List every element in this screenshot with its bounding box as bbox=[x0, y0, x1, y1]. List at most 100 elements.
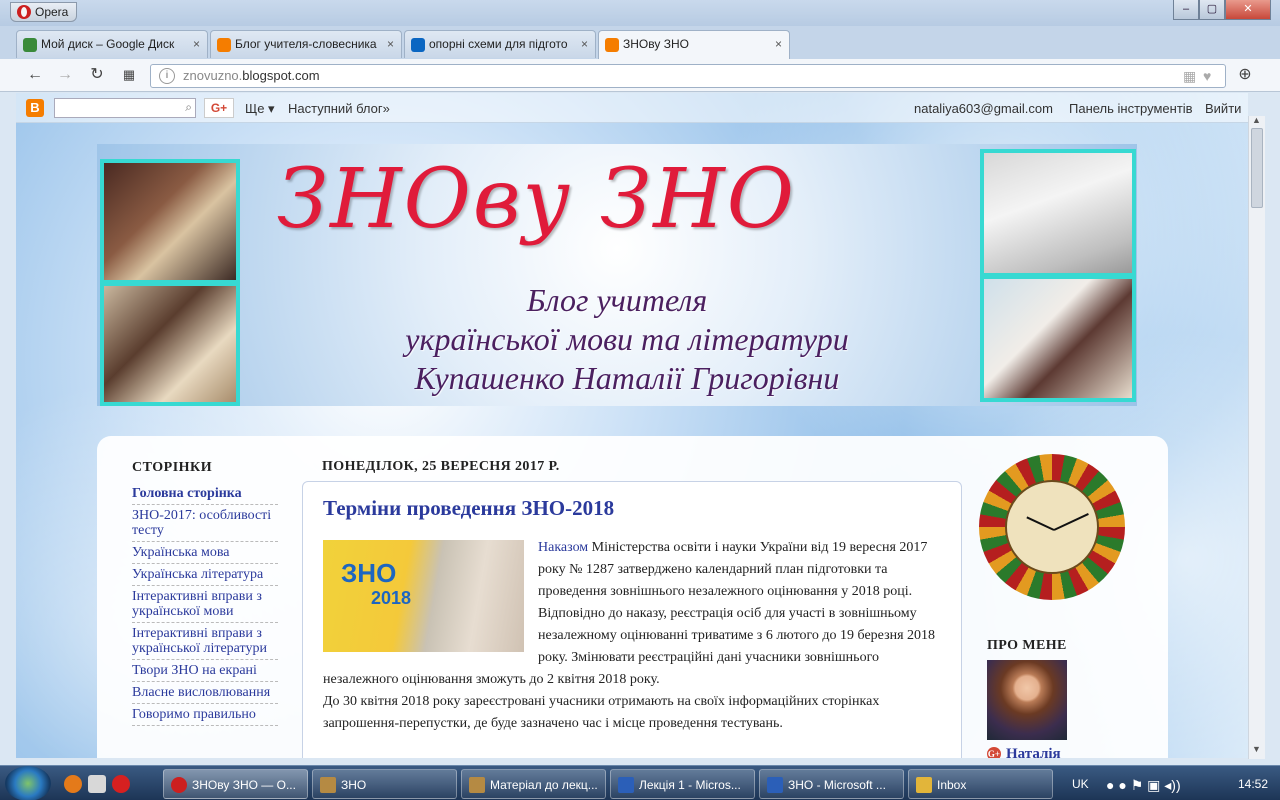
blogger-icon bbox=[605, 38, 619, 52]
minimize-button[interactable]: – bbox=[1173, 0, 1199, 20]
blogger-navbar: B ⌕ G+ Ще ▾ Наступний блог» nataliya603@… bbox=[16, 93, 1248, 123]
scroll-down-icon[interactable]: ▼ bbox=[1252, 744, 1261, 754]
tab-label: опорні схеми для підгото bbox=[429, 37, 568, 51]
google-plus-icon: G+ bbox=[987, 747, 1001, 758]
close-tab-icon[interactable]: × bbox=[581, 37, 588, 51]
post-image-zno-text: ЗНО bbox=[341, 558, 397, 588]
dashboard-link[interactable]: Панель інструментів bbox=[1069, 101, 1193, 116]
page-link-ukr-literature[interactable]: Українська література bbox=[132, 564, 278, 586]
post-image-zno-2018[interactable]: ЗНО 2018 bbox=[323, 540, 524, 652]
page-link-own-statement[interactable]: Власне висловлювання bbox=[132, 682, 278, 704]
taskbar-task-word-lecture[interactable]: Лекція 1 - Micros... bbox=[610, 769, 755, 799]
clock-time[interactable]: 14:52 bbox=[1238, 777, 1268, 791]
chrome-icon[interactable] bbox=[112, 775, 130, 793]
word-icon bbox=[618, 777, 634, 793]
profile-name[interactable]: G+ Наталія bbox=[987, 746, 1137, 758]
taskbar-task-word-zno[interactable]: ЗНО - Microsoft ... bbox=[759, 769, 904, 799]
tab-znovu-zno[interactable]: ЗНОву ЗНО × bbox=[598, 30, 790, 59]
page-link-zno-2017[interactable]: ЗНО-2017: особливості тесту bbox=[132, 505, 278, 542]
page-link-home[interactable]: Головна сторінка bbox=[132, 483, 278, 505]
post-paragraph-1: Міністерства освіти і науки України від … bbox=[538, 540, 928, 599]
window-titlebar: Opera – ▢ ✕ bbox=[0, 0, 1280, 26]
web-page: B ⌕ G+ Ще ▾ Наступний блог» nataliya603@… bbox=[16, 93, 1248, 758]
page-link-speak-correctly[interactable]: Говоримо правильно bbox=[132, 704, 278, 726]
download-icon[interactable]: ⊕ bbox=[1234, 65, 1256, 85]
tab-schemes[interactable]: опорні схеми для підгото × bbox=[404, 30, 596, 58]
page-link-ukr-language[interactable]: Українська мова bbox=[132, 542, 278, 564]
language-indicator[interactable]: UK bbox=[1072, 777, 1089, 791]
user-email[interactable]: nataliya603@gmail.com bbox=[914, 101, 1053, 116]
blog-search-input[interactable]: ⌕ bbox=[54, 98, 196, 118]
word-icon bbox=[767, 777, 783, 793]
page-link-exercises-literature[interactable]: Інтерактивні вправи з української літера… bbox=[132, 623, 278, 660]
post-paragraph-3: До 30 квітня 2018 року зареєстровані уча… bbox=[323, 694, 880, 731]
search-icon[interactable]: ⌕ bbox=[185, 100, 192, 115]
url-domain: blogspot.com bbox=[242, 68, 320, 83]
heart-icon[interactable]: ♥ bbox=[1203, 68, 1211, 84]
tab-label: Блог учителя-словесника bbox=[235, 37, 377, 51]
taskbar-task-inbox[interactable]: Inbox bbox=[908, 769, 1053, 799]
tray-icons[interactable]: ● ● ⚑ ▣ ◂)) bbox=[1106, 777, 1181, 794]
header-photo-student-reading bbox=[100, 159, 240, 284]
firefox-icon[interactable] bbox=[64, 775, 82, 793]
url-input[interactable]: i znovuzno.blogspot.com ▦ ♥ bbox=[150, 64, 1226, 88]
tab-bar: Мой диск – Google Диск × Блог учителя-сл… bbox=[0, 26, 1280, 76]
tab-blog-teacher[interactable]: Блог учителя-словесника × bbox=[210, 30, 402, 58]
maximize-button[interactable]: ▢ bbox=[1199, 0, 1225, 20]
blog-header[interactable]: ЗНОву ЗНО Блог учителя української мови … bbox=[97, 144, 1137, 406]
folder-icon bbox=[320, 777, 336, 793]
task-label: ЗНО bbox=[341, 778, 367, 792]
logout-link[interactable]: Вийти bbox=[1205, 101, 1241, 116]
blog-title: ЗНОву ЗНО bbox=[277, 152, 797, 247]
reload-icon[interactable]: ↻ bbox=[86, 65, 108, 85]
more-menu[interactable]: Ще ▾ bbox=[245, 101, 275, 117]
about-heading: ПРО МЕНЕ bbox=[987, 638, 1067, 653]
back-icon[interactable]: ← bbox=[24, 65, 46, 85]
taskbar-task-lecture-material[interactable]: Матеріал до лекц... bbox=[461, 769, 606, 799]
tab-label: Мой диск – Google Диск bbox=[41, 37, 175, 51]
hour-hand-icon bbox=[1026, 516, 1055, 531]
avatar[interactable] bbox=[987, 660, 1067, 740]
post-date: ПОНЕДІЛОК, 25 ВЕРЕСНЯ 2017 Р. bbox=[322, 459, 560, 474]
task-label: Матеріал до лекц... bbox=[490, 778, 598, 792]
taskbar-task-zno-folder[interactable]: ЗНО bbox=[312, 769, 457, 799]
minute-hand-icon bbox=[1053, 513, 1089, 531]
right-sidebar: ПРО МЕНЕ G+ Наталія bbox=[979, 454, 1137, 758]
site-info-icon[interactable]: i bbox=[159, 68, 175, 84]
blogger-icon bbox=[217, 38, 231, 52]
task-label: ЗНОву ЗНО — O... bbox=[192, 778, 296, 792]
taskbar-task-opera[interactable]: ЗНОву ЗНО — O... bbox=[163, 769, 308, 799]
explorer-icon[interactable] bbox=[88, 775, 106, 793]
page-link-exercises-language[interactable]: Інтерактивні вправи з української мови bbox=[132, 586, 278, 623]
next-blog-link[interactable]: Наступний блог» bbox=[288, 101, 390, 116]
post-title[interactable]: Терміни проведення ЗНО-2018 bbox=[323, 496, 941, 521]
google-drive-icon bbox=[23, 38, 37, 52]
order-link[interactable]: Наказом bbox=[538, 540, 588, 555]
page-scrollbar[interactable]: ▲ ▼ bbox=[1248, 115, 1265, 759]
forward-icon[interactable]: → bbox=[54, 65, 76, 85]
clock-face bbox=[1005, 480, 1099, 574]
close-tab-icon[interactable]: × bbox=[193, 37, 200, 51]
blog-post: Терміни проведення ЗНО-2018 ЗНО 2018 Нак… bbox=[302, 481, 962, 758]
google-plus-button[interactable]: G+ bbox=[204, 98, 234, 118]
blog-subtitle-line1: Блог учителя bbox=[526, 282, 708, 318]
grid-icon[interactable]: ▦ bbox=[1183, 68, 1196, 85]
opera-icon bbox=[171, 777, 187, 793]
scroll-up-icon[interactable]: ▲ bbox=[1252, 115, 1261, 125]
scroll-thumb[interactable] bbox=[1251, 128, 1263, 208]
task-label: Inbox bbox=[937, 778, 967, 792]
task-label: Лекція 1 - Micros... bbox=[639, 778, 741, 792]
opera-menu-button[interactable]: Opera bbox=[10, 2, 78, 22]
tab-google-drive[interactable]: Мой диск – Google Диск × bbox=[16, 30, 208, 58]
task-label: ЗНО - Microsoft ... bbox=[788, 778, 886, 792]
close-tab-icon[interactable]: × bbox=[775, 37, 782, 51]
speed-dial-icon[interactable]: ▦ bbox=[118, 65, 140, 85]
close-window-button[interactable]: ✕ bbox=[1225, 0, 1271, 20]
page-link-works-on-screen[interactable]: Твори ЗНО на екрані bbox=[132, 660, 278, 682]
pages-heading: СТОРІНКИ bbox=[132, 460, 213, 475]
pages-sidebar: СТОРІНКИ Головна сторінка ЗНО-2017: особ… bbox=[132, 460, 278, 726]
close-tab-icon[interactable]: × bbox=[387, 37, 394, 51]
linkedin-icon bbox=[411, 38, 425, 52]
start-button[interactable] bbox=[5, 766, 51, 800]
blogger-logo-icon[interactable]: B bbox=[26, 99, 44, 117]
